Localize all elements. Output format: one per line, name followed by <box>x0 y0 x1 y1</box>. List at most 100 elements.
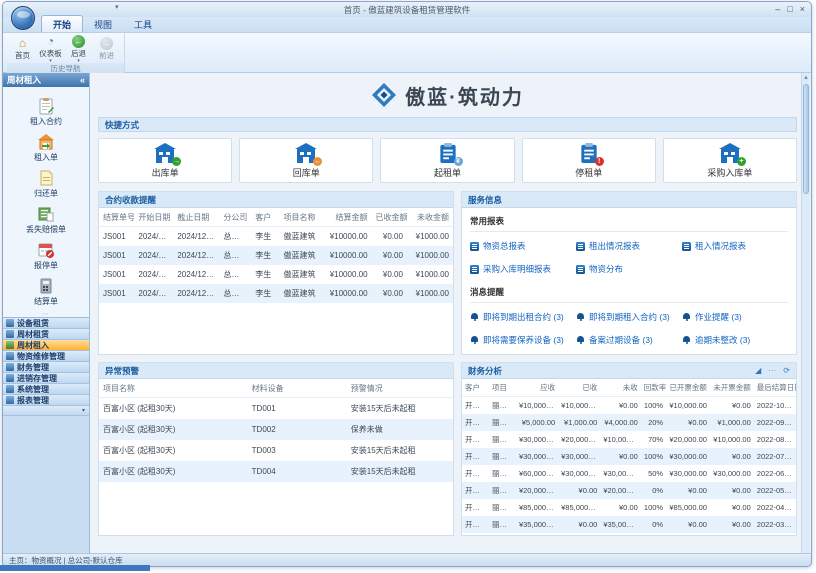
purchase-in-order-icon: + <box>718 143 742 164</box>
sidebar-item-rent-contract[interactable]: 租入合约 <box>8 94 84 130</box>
table-row[interactable]: 开鲁县...丽诗苑...¥10,000.00¥10,000.00¥0.00100… <box>462 397 796 415</box>
stop-report-icon <box>37 241 55 259</box>
sidebar-nav-groups: 设备租赁 周材租赁 周材租入 物资维修管理 财务管理 进销存管理 系统管理 报表… <box>3 317 89 416</box>
refresh-icon[interactable]: ⟳ <box>783 366 790 375</box>
window-title: 首页 - 傲蓝建筑设备租赁管理软件 <box>3 4 811 16</box>
table-row[interactable]: 开鲁县...丽诗苑...¥20,000.00¥0.00¥20,000.000%¥… <box>462 482 796 499</box>
sidebar-item-settlement-order[interactable]: 结算单 <box>8 274 84 310</box>
bell-icon <box>682 336 691 345</box>
table-row[interactable]: JS0012024/1/12024/12/12总公司李生傲蓝建筑¥10000.0… <box>99 246 453 265</box>
shortcut-cards: → 出库单 ← 回库单 ¥ 起租单 <box>98 138 797 183</box>
minimize-button[interactable]: – <box>775 3 780 16</box>
link-task-reminder[interactable]: 作业提醒 (3) <box>682 311 788 323</box>
column-header: 未收金额 <box>407 208 453 227</box>
panel-splitter[interactable]: ⋯ <box>3 310 89 317</box>
link-rent-out-report[interactable]: 租出情况报表 <box>576 240 682 252</box>
scroll-up-icon[interactable]: ▲ <box>802 73 810 83</box>
sidebar-item-loss-compensation-order[interactable]: 丢失赔偿单 <box>8 202 84 238</box>
table-row[interactable]: 开鲁县...丽诗苑...¥35,000.00¥35,000.00¥0.00100… <box>462 533 796 536</box>
maximize-button[interactable]: □ <box>787 3 792 16</box>
scrollbar-thumb[interactable] <box>803 84 809 194</box>
bell-icon <box>576 313 585 322</box>
titlebar: 首页 - 傲蓝建筑设备租赁管理软件 ▾ – □ × <box>3 2 811 17</box>
link-material-total-report[interactable]: 物资总报表 <box>470 240 576 252</box>
vertical-scrollbar[interactable]: ▲ <box>801 73 810 553</box>
collapse-icon[interactable]: « <box>80 75 85 85</box>
report-links: 物资总报表 租出情况报表 租入情况报表 采购入库明细报表 物资分布 <box>470 232 788 281</box>
link-maintenance-due-equipment[interactable]: 即将需要保养设备 (3) <box>470 334 576 346</box>
tab-start[interactable]: 开始 <box>41 15 83 32</box>
ribbon-tabstrip: 开始 视图 工具 <box>3 17 811 33</box>
table-row[interactable]: 开鲁县...丽诗苑...¥30,000.00¥20,000.00¥10,000.… <box>462 431 796 448</box>
link-overdue-unrectified[interactable]: 逾期未整改 (3) <box>682 334 788 346</box>
link-rent-in-report[interactable]: 租入情况报表 <box>682 240 788 252</box>
table-row[interactable]: 百富小区 (起租30天)TD003安装15天后未起租 <box>99 440 453 461</box>
return-icon <box>37 169 55 187</box>
table-row[interactable]: 百富小区 (起租30天)TD004安装15天后未起租 <box>99 461 453 482</box>
back-button[interactable]: ← 后退 ▾ <box>65 34 92 63</box>
table-row[interactable]: 开鲁县...丽诗苑...¥60,000.00¥30,000.00¥30,000.… <box>462 465 796 482</box>
table-row[interactable]: JS0012024/1/12024/12/12总公司李生傲蓝建筑¥10000.0… <box>99 284 453 303</box>
sidebar-item-rent-in-order[interactable]: 租入单 <box>8 130 84 166</box>
sidebar-group-reports[interactable]: 报表管理 <box>3 395 89 406</box>
card-rent-stop-order[interactable]: ! 停租单 <box>522 138 656 183</box>
chart-icon[interactable]: ◢ <box>755 366 761 375</box>
finance-table: 客户项目应收已收未收回款率已开票金额未开票金额最后结算日期 开鲁县...丽诗苑.… <box>462 379 796 536</box>
table-row[interactable]: JS0012024/1/12024/12/12总公司李生傲蓝建筑¥10000.0… <box>99 265 453 284</box>
sidebar-group-material-rent-in[interactable]: 周材租入 <box>3 340 89 351</box>
configure-buttons-strip[interactable]: ▾ <box>3 406 89 416</box>
home-button[interactable]: ⌂ 首页 <box>9 36 36 61</box>
link-expiring-rent-out-contracts[interactable]: 即将到期出租合约 (3) <box>470 311 576 323</box>
column-header: 最后结算日期 <box>754 379 796 397</box>
back-icon: ← <box>72 35 85 48</box>
service-info-title: 服务信息 <box>468 194 502 206</box>
taskbar-fragment <box>0 565 150 571</box>
sidebar-group-finance[interactable]: 财务管理 <box>3 362 89 373</box>
sidebar-item-stop-report-order[interactable]: 报停单 <box>8 238 84 274</box>
dashboard-button[interactable]: ◔ 仪表板 ▾ <box>37 34 64 63</box>
column-header: 结算金额 <box>322 208 372 227</box>
contract-reminder-panel: 合约收款提醒 结算单号开始日期截止日期分公司客户项目名称结算金额已收金额未收金额… <box>98 191 454 355</box>
group-icon <box>6 330 14 338</box>
sidebar-group-inventory[interactable]: 进销存管理 <box>3 373 89 384</box>
quick-access-dropdown-icon[interactable]: ▾ <box>115 3 119 11</box>
card-outbound-order[interactable]: → 出库单 <box>98 138 232 183</box>
report-icon <box>576 242 585 251</box>
tab-tools[interactable]: 工具 <box>123 16 163 32</box>
more-icon[interactable]: ⋯ <box>768 366 776 375</box>
column-header: 未收 <box>600 379 640 397</box>
app-orb-button[interactable] <box>11 6 35 30</box>
table-row[interactable]: 开鲁县...丽诗苑...¥5,000.00¥1,000.00¥4,000.002… <box>462 414 796 431</box>
column-header: 客户 <box>462 379 489 397</box>
close-button[interactable]: × <box>800 3 805 16</box>
bell-icon <box>576 336 585 345</box>
rent-in-icon <box>37 133 55 151</box>
table-row[interactable]: 开鲁县...丽诗苑...¥30,000.00¥30,000.00¥0.00100… <box>462 448 796 465</box>
sidebar-group-system[interactable]: 系统管理 <box>3 384 89 395</box>
link-material-distribution[interactable]: 物资分布 <box>576 263 682 275</box>
card-inbound-order[interactable]: ← 回库单 <box>239 138 373 183</box>
sidebar-group-material-repair[interactable]: 物资维修管理 <box>3 351 89 362</box>
table-row[interactable]: 百富小区 (起租30天)TD001安装15天后未起租 <box>99 398 453 420</box>
link-expiring-rent-in-contracts[interactable]: 即将到期租入合约 (3) <box>576 311 682 323</box>
link-purchase-detail-report[interactable]: 采购入库明细报表 <box>470 263 576 275</box>
table-row[interactable]: 开鲁县...丽诗苑...¥85,000.00¥85,000.00¥0.00100… <box>462 499 796 516</box>
outbound-order-icon: → <box>153 143 177 164</box>
table-row[interactable]: 开鲁县...丽诗苑...¥35,000.00¥0.00¥35,000.000%¥… <box>462 516 796 533</box>
forward-button[interactable]: → 前进 <box>93 36 120 61</box>
common-reports-header: 常用报表 <box>470 210 788 232</box>
message-links: 即将到期出租合约 (3) 即将到期租入合约 (3) 作业提醒 (3) 即将需要保… <box>470 303 788 352</box>
table-row[interactable]: JS0012024/1/12024/12/12总公司李生傲蓝建筑¥10000.0… <box>99 227 453 247</box>
group-icon <box>6 396 14 404</box>
compensation-icon <box>37 205 55 223</box>
tab-view[interactable]: 视图 <box>83 16 123 32</box>
sidebar-item-return-order[interactable]: 归还单 <box>8 166 84 202</box>
table-row[interactable]: 百富小区 (起租30天)TD002保养未做 <box>99 419 453 440</box>
card-rent-start-order[interactable]: ¥ 起租单 <box>380 138 514 183</box>
link-filing-expired-equipment[interactable]: 备案过期设备 (3) <box>576 334 682 346</box>
column-header: 应收 <box>516 379 558 397</box>
column-header: 已收 <box>558 379 600 397</box>
sidebar-group-material-rental[interactable]: 周材租赁 <box>3 329 89 340</box>
card-purchase-in-order[interactable]: + 采购入库单 <box>663 138 797 183</box>
sidebar-group-equipment-rental[interactable]: 设备租赁 <box>3 318 89 329</box>
